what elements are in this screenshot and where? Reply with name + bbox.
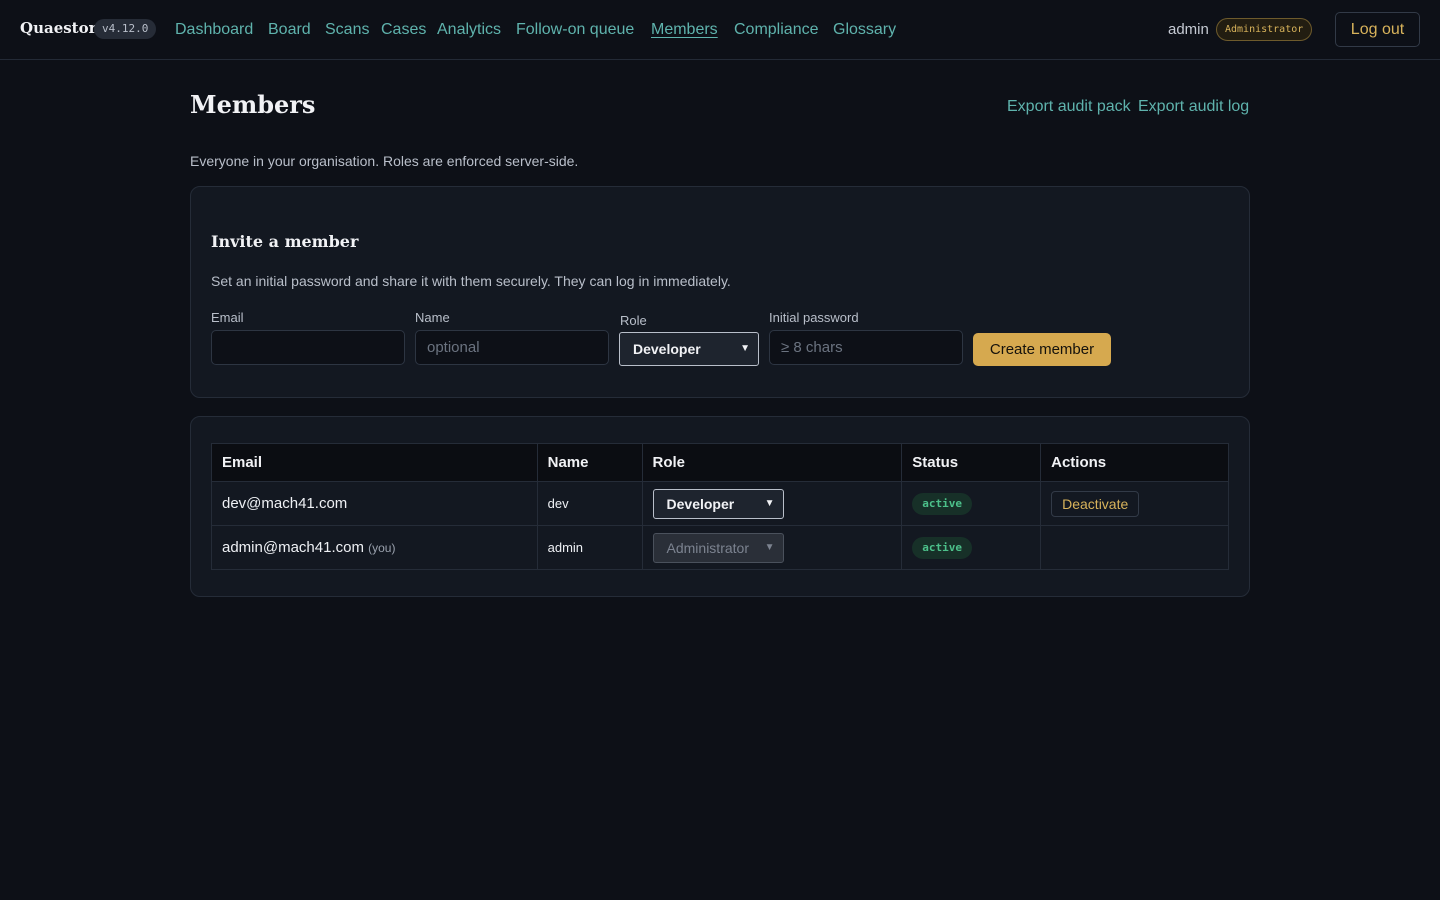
nav-compliance[interactable]: Compliance (734, 19, 818, 41)
user-role-badge: Administrator (1216, 18, 1313, 41)
member-actions-cell: Deactivate (1040, 481, 1229, 526)
status-badge: active (912, 536, 973, 559)
invite-description: Set an initial password and share it wit… (211, 273, 731, 289)
column-header-email: Email (211, 443, 538, 482)
table-row: admin@mach41.com (you) admin Administrat… (211, 525, 1229, 570)
column-header-role: Role (641, 443, 903, 482)
nav-dashboard[interactable]: Dashboard (175, 19, 253, 41)
create-member-button[interactable]: Create member (973, 333, 1111, 366)
export-audit-pack-link[interactable]: Export audit pack (1007, 98, 1131, 116)
page-subtitle: Everyone in your organisation. Roles are… (190, 153, 579, 169)
nav-members[interactable]: Members (651, 19, 718, 41)
column-header-name: Name (536, 443, 643, 482)
nav-scans[interactable]: Scans (325, 19, 369, 41)
member-role-value: Administrator (666, 539, 749, 556)
password-label: Initial password (769, 310, 859, 325)
member-name: admin (536, 525, 643, 570)
you-indicator: (you) (368, 541, 396, 555)
name-input[interactable] (415, 330, 609, 365)
status-badge: active (912, 492, 973, 515)
current-user-name: admin (1168, 21, 1209, 38)
version-badge: v4.12.0 (94, 19, 157, 39)
initial-password-input[interactable] (769, 330, 963, 365)
column-header-status: Status (901, 443, 1042, 482)
email-label: Email (211, 310, 244, 325)
member-role-select[interactable]: Developer ▼ (652, 488, 784, 519)
role-select-value: Developer (633, 341, 701, 357)
table-header-row: Email Name Role Status Actions (211, 443, 1229, 482)
brand-logo[interactable]: Quaestor (20, 19, 97, 37)
nav-glossary[interactable]: Glossary (833, 19, 896, 41)
members-table-card: Email Name Role Status Actions dev@mach4… (190, 416, 1250, 597)
member-role-cell: Developer ▼ (641, 481, 903, 526)
name-label: Name (415, 310, 450, 325)
member-role-value: Developer (666, 495, 735, 512)
member-status-cell: active (901, 481, 1042, 526)
members-table: Email Name Role Status Actions dev@mach4… (211, 443, 1229, 570)
chevron-down-icon: ▼ (764, 541, 775, 553)
invite-member-card: Invite a member Set an initial password … (190, 186, 1250, 398)
chevron-down-icon: ▼ (764, 497, 775, 509)
export-audit-log-link[interactable]: Export audit log (1138, 98, 1249, 116)
chevron-down-icon: ▼ (740, 343, 750, 354)
member-email-cell: admin@mach41.com (you) (211, 525, 538, 570)
table-row: dev@mach41.com dev Developer ▼ active De… (211, 481, 1229, 526)
role-select[interactable]: Developer ▼ (619, 332, 759, 366)
invite-title: Invite a member (211, 232, 359, 251)
deactivate-button[interactable]: Deactivate (1051, 490, 1140, 517)
logout-button[interactable]: Log out (1335, 12, 1420, 47)
top-navigation-bar: Quaestor v4.12.0 Dashboard Board Scans C… (0, 0, 1440, 60)
role-label: Role (620, 313, 647, 328)
member-email-cell: dev@mach41.com (211, 481, 538, 526)
member-role-select-disabled: Administrator ▼ (652, 532, 784, 563)
member-email: admin@mach41.com (222, 539, 364, 556)
column-header-actions: Actions (1040, 443, 1229, 482)
member-actions-cell (1040, 525, 1229, 570)
nav-follow-on-queue[interactable]: Follow-on queue (516, 19, 634, 41)
page-title: Members (190, 90, 316, 119)
nav-analytics[interactable]: Analytics (437, 19, 501, 41)
email-input[interactable] (211, 330, 405, 365)
nav-cases[interactable]: Cases (381, 19, 426, 41)
member-status-cell: active (901, 525, 1042, 570)
member-name: dev (536, 481, 643, 526)
nav-board[interactable]: Board (268, 19, 311, 41)
member-role-cell: Administrator ▼ (641, 525, 903, 570)
member-email: dev@mach41.com (222, 495, 348, 512)
